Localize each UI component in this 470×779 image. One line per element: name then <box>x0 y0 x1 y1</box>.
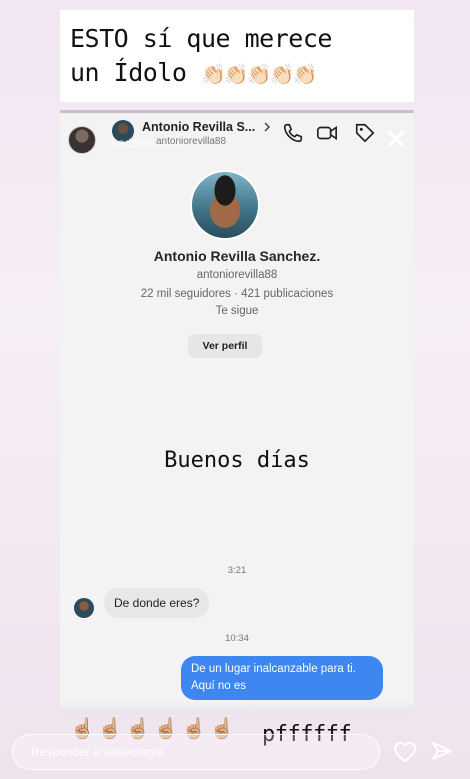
video-icon <box>317 125 337 141</box>
poster-avatar[interactable] <box>68 126 96 154</box>
chevron-right-icon <box>264 122 271 132</box>
sender-avatar <box>74 598 94 618</box>
send-icon[interactable] <box>430 740 454 764</box>
contact-username: antoniorevilla88 <box>156 136 227 147</box>
view-profile-button[interactable]: Ver perfil <box>188 334 262 358</box>
profile-name: Antonio Revilla Sanchez. <box>153 248 321 264</box>
message-timestamp: 10:34 <box>225 633 249 644</box>
phone-icon <box>283 123 303 143</box>
caption-line-2: un Ídolo 👏🏻👏🏻👏🏻👏🏻👏🏻 <box>70 56 414 91</box>
follows-you-label: Te sigue <box>215 305 259 317</box>
heart-icon[interactable] <box>392 740 418 764</box>
contact-name: Antonio Revilla S... <box>142 120 256 134</box>
profile-avatar <box>190 170 260 240</box>
overlay-text: Buenos días <box>164 448 310 473</box>
message-timestamp: 3:21 <box>227 565 247 576</box>
profile-handle: antoniorevilla88 <box>196 269 278 281</box>
outgoing-message: De un lugar inalcanzable para ti. Aquí n… <box>181 656 383 700</box>
tag-icon <box>355 123 375 143</box>
bottom-fade <box>60 700 414 714</box>
incoming-message: De donde eres? <box>104 588 210 618</box>
caption-line-2-text: un Ídolo <box>70 58 187 87</box>
story-caption: ESTO sí que merece un Ídolo 👏🏻👏🏻👏🏻👏🏻👏🏻 <box>60 10 414 102</box>
profile-stats: 22 mil seguidores · 421 publicaciones <box>140 288 334 300</box>
shared-dm-screenshot: madamecrepe Antonio Revilla S... antonio… <box>60 114 414 714</box>
close-icon[interactable]: ✕ <box>382 126 410 154</box>
dm-header: madamecrepe Antonio Revilla S... antonio… <box>60 114 414 166</box>
reply-input[interactable]: Responder a salseologia... <box>12 734 380 770</box>
clapping-hands-icon: 👏🏻👏🏻👏🏻👏🏻👏🏻 <box>200 62 318 86</box>
story-progress-bar <box>60 110 414 113</box>
caption-line-1: ESTO sí que merece <box>70 24 332 53</box>
